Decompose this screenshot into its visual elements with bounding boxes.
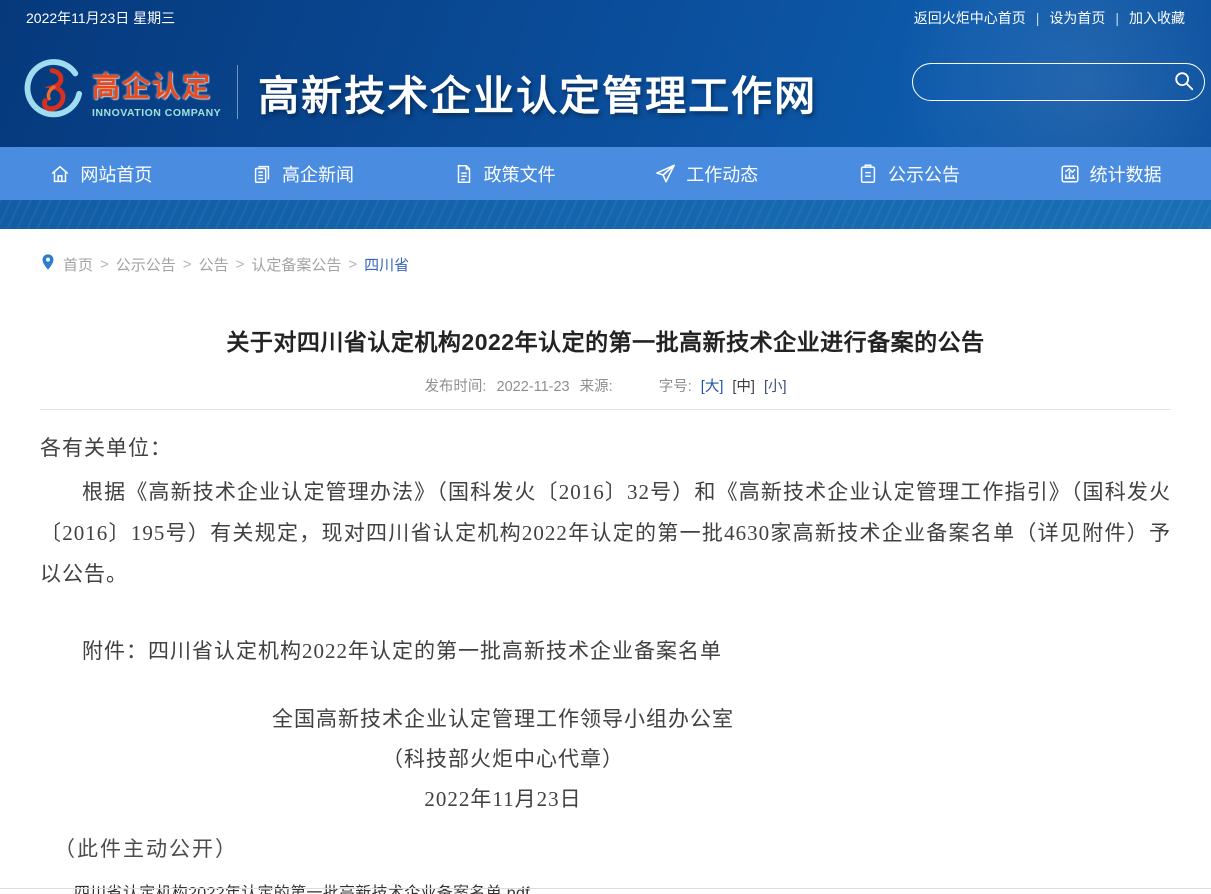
site-header: 高企认定 INNOVATION COMPANY 高新技术企业认定管理工作网 bbox=[0, 36, 1211, 147]
meta-divider bbox=[40, 409, 1171, 410]
nav-item-label: 公示公告 bbox=[888, 161, 960, 187]
attachment-reference: 附件：四川省认定机构2022年认定的第一批高新技术企业备案名单 bbox=[40, 635, 1171, 665]
news-icon bbox=[251, 163, 273, 185]
page-header: 2022年11月23日 星期三 返回火炬中心首页 | 设为首页 | 加入收藏 高… bbox=[0, 0, 1211, 147]
site-logo[interactable]: 高企认定 INNOVATION COMPANY bbox=[22, 58, 221, 125]
logo-title-divider bbox=[237, 65, 238, 119]
nav-item-home[interactable]: 网站首页 bbox=[41, 161, 160, 187]
signature-block: 全国高新技术企业认定管理工作领导小组办公室 （科技部火炬中心代章） 2022年1… bbox=[40, 699, 1171, 819]
article-body: 各有关单位： 根据《高新技术企业认定管理办法》（国科发火〔2016〕32号）和《… bbox=[40, 432, 1171, 863]
home-icon bbox=[49, 163, 71, 185]
nav-item-label: 高企新闻 bbox=[282, 161, 354, 187]
breadcrumb-separator: > bbox=[100, 256, 109, 273]
logo-en-text: INNOVATION COMPANY bbox=[92, 107, 221, 119]
breadcrumb-item-filing-notices[interactable]: 认定备案公告 bbox=[251, 254, 341, 275]
font-size-label: 字号: bbox=[659, 379, 692, 395]
signature-seal: （科技部火炬中心代章） bbox=[40, 739, 966, 779]
innovation-swirl-logo-icon bbox=[22, 58, 84, 125]
publish-time-label: 发布时间: bbox=[424, 379, 486, 395]
attachment-pdf-link[interactable]: 四川省认定机构2022年认定的第一批高新技术企业备案名单.pdf bbox=[40, 879, 1171, 894]
search-icon bbox=[1173, 70, 1195, 95]
logo-cn-text: 高企认定 bbox=[92, 65, 221, 105]
search-input[interactable] bbox=[913, 64, 1164, 100]
font-size-small-button[interactable]: [小] bbox=[764, 379, 787, 395]
nav-item-label: 工作动态 bbox=[686, 161, 758, 187]
paper-plane-icon bbox=[654, 162, 677, 185]
signature-date: 2022年11月23日 bbox=[40, 779, 966, 819]
top-bar: 2022年11月23日 星期三 返回火炬中心首页 | 设为首页 | 加入收藏 bbox=[0, 0, 1211, 36]
nav-item-label: 政策文件 bbox=[484, 161, 556, 187]
nav-item-label: 网站首页 bbox=[80, 161, 152, 187]
bar-chart-icon bbox=[1059, 163, 1081, 185]
source-label: 来源: bbox=[580, 379, 613, 395]
search-button[interactable] bbox=[1164, 64, 1204, 100]
nav-item-label: 统计数据 bbox=[1090, 161, 1162, 187]
article-page: 首页 > 公示公告 > 公告 > 认定备案公告 > 四川省 关于对四川省认定机构… bbox=[0, 229, 1211, 894]
document-icon bbox=[453, 163, 475, 185]
main-nav: 网站首页 高企新闻 政策文件 工作动态 bbox=[0, 147, 1211, 200]
breadcrumb-item-notice[interactable]: 公告 bbox=[199, 254, 229, 275]
font-size-medium-button[interactable]: [中] bbox=[732, 379, 755, 395]
top-link-set-homepage[interactable]: 设为首页 bbox=[1049, 8, 1105, 28]
logo-text: 高企认定 INNOVATION COMPANY bbox=[92, 65, 221, 119]
top-links: 返回火炬中心首页 | 设为首页 | 加入收藏 bbox=[914, 8, 1185, 28]
current-date: 2022年11月23日 星期三 bbox=[26, 8, 175, 28]
top-link-separator: | bbox=[1115, 10, 1119, 26]
breadcrumb: 首页 > 公示公告 > 公告 > 认定备案公告 > 四川省 bbox=[40, 229, 1171, 275]
location-pin-icon bbox=[40, 253, 56, 275]
main-paragraph: 根据《高新技术企业认定管理办法》（国科发火〔2016〕32号）和《高新技术企业认… bbox=[40, 472, 1171, 595]
top-link-torch-home[interactable]: 返回火炬中心首页 bbox=[914, 8, 1026, 28]
breadcrumb-separator: > bbox=[183, 256, 192, 273]
publish-date: 2022-11-23 bbox=[497, 379, 570, 395]
salutation: 各有关单位： bbox=[40, 432, 1171, 462]
breadcrumb-item-announcements[interactable]: 公示公告 bbox=[116, 254, 176, 275]
page-bottom-divider bbox=[0, 888, 1211, 889]
nav-item-announcements[interactable]: 公示公告 bbox=[849, 161, 968, 187]
breadcrumb-item-sichuan[interactable]: 四川省 bbox=[364, 254, 409, 275]
breadcrumb-separator: > bbox=[348, 256, 357, 273]
site-title: 高新技术企业认定管理工作网 bbox=[258, 62, 817, 122]
breadcrumb-separator: > bbox=[236, 256, 245, 273]
header-bottom-strip bbox=[0, 200, 1211, 229]
nav-item-statistics[interactable]: 统计数据 bbox=[1051, 161, 1170, 187]
nav-item-policy[interactable]: 政策文件 bbox=[445, 161, 564, 187]
clipboard-icon bbox=[857, 163, 879, 185]
top-link-add-favorite[interactable]: 加入收藏 bbox=[1129, 8, 1185, 28]
signature-org: 全国高新技术企业认定管理工作领导小组办公室 bbox=[40, 699, 966, 739]
article-title: 关于对四川省认定机构2022年认定的第一批高新技术企业进行备案的公告 bbox=[40, 323, 1171, 357]
search-box bbox=[912, 63, 1205, 101]
breadcrumb-item-home[interactable]: 首页 bbox=[63, 254, 93, 275]
disclosure-note: （此件主动公开） bbox=[40, 833, 1171, 863]
font-size-large-button[interactable]: [大] bbox=[701, 379, 724, 395]
article-meta: 发布时间: 2022-11-23 来源: 字号: [大] [中] [小] bbox=[40, 375, 1171, 396]
nav-item-work-updates[interactable]: 工作动态 bbox=[646, 161, 766, 187]
nav-item-news[interactable]: 高企新闻 bbox=[243, 161, 362, 187]
top-link-separator: | bbox=[1036, 10, 1040, 26]
